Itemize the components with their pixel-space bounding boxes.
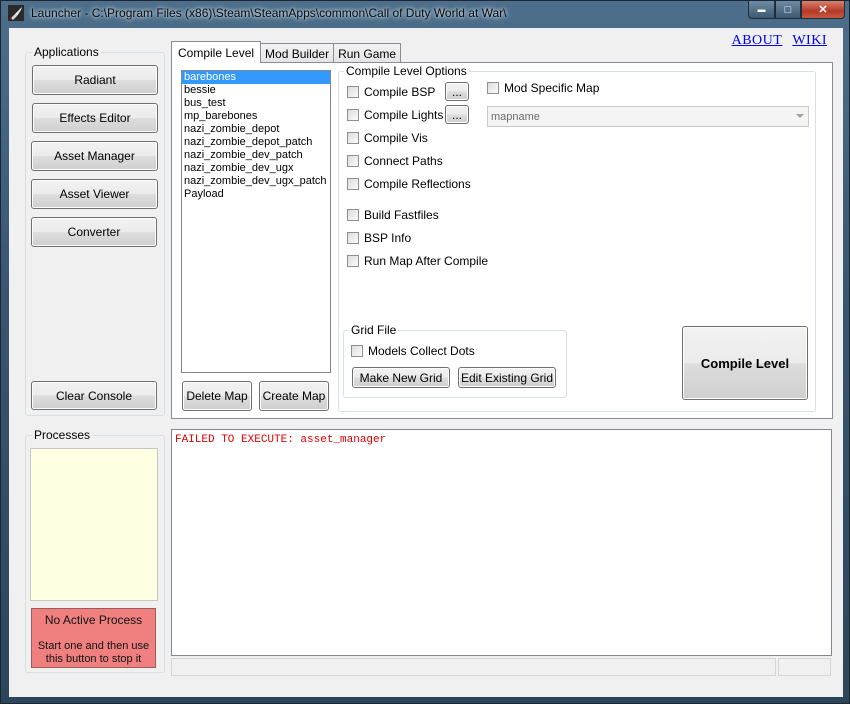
close-button[interactable]: ✕ (801, 1, 845, 19)
run-map-checkbox[interactable] (347, 255, 359, 267)
create-map-button[interactable]: Create Map (259, 381, 329, 411)
effects-editor-button[interactable]: Effects Editor (32, 103, 158, 133)
kill-process-hint: Start one and then use this button to st… (37, 640, 150, 665)
grid-file-group: Grid File Models Collect Dots Make New G… (343, 323, 567, 398)
list-item[interactable]: Payload (182, 188, 330, 201)
launcher-window: Launcher - C:\Program Files (x86)\Steam\… (0, 0, 850, 704)
console-error-line: FAILED TO EXECUTE: asset_manager (175, 434, 387, 446)
list-item[interactable]: bessie (182, 84, 330, 97)
compile-lights-checkbox[interactable] (347, 109, 359, 121)
wiki-link[interactable]: WIKI (792, 33, 827, 49)
list-item[interactable]: nazi_zombie_dev_patch (182, 149, 330, 162)
title-bar[interactable]: Launcher - C:\Program Files (x86)\Steam\… (1, 1, 850, 25)
run-map-label: Run Map After Compile (364, 254, 489, 268)
about-link[interactable]: ABOUT (732, 33, 783, 49)
processes-label: Processes (32, 428, 93, 442)
models-collect-dots-option[interactable]: Models Collect Dots (351, 344, 475, 358)
compile-lights-option[interactable]: Compile Lights (347, 108, 443, 122)
progress-bar (171, 658, 776, 676)
compile-vis-label: Compile Vis (364, 131, 428, 145)
clear-console-button[interactable]: Clear Console (31, 381, 157, 410)
list-item[interactable]: nazi_zombie_depot (182, 123, 330, 136)
edit-existing-grid-button[interactable]: Edit Existing Grid (458, 367, 556, 388)
compile-bsp-checkbox[interactable] (347, 86, 359, 98)
compile-bsp-settings-button[interactable]: ... (445, 82, 469, 101)
mapname-value: mapname (491, 110, 540, 123)
radiant-button[interactable]: Radiant (32, 65, 158, 95)
status-panel (778, 658, 831, 676)
build-fastfiles-checkbox[interactable] (347, 209, 359, 221)
compile-bsp-option[interactable]: Compile BSP (347, 85, 435, 99)
compile-reflections-option[interactable]: Compile Reflections (347, 177, 471, 191)
mapname-dropdown[interactable]: mapname (487, 106, 809, 127)
asset-viewer-button[interactable]: Asset Viewer (31, 179, 158, 209)
maximize-button[interactable]: □ (775, 1, 801, 19)
minimize-icon: ▬ (757, 5, 766, 14)
compile-reflections-label: Compile Reflections (364, 177, 471, 191)
tab-strip: Compile Level Mod Builder Run Game (171, 41, 402, 63)
bsp-info-label: BSP Info (364, 231, 412, 245)
converter-button[interactable]: Converter (31, 217, 157, 247)
list-item[interactable]: mp_barebones (182, 110, 330, 123)
models-collect-dots-label: Models Collect Dots (368, 344, 475, 358)
compile-lights-settings-button[interactable]: ... (445, 105, 469, 124)
kill-process-button[interactable]: No Active Process Start one and then use… (31, 608, 156, 668)
grid-file-label: Grid File (349, 323, 399, 337)
connect-paths-checkbox[interactable] (347, 155, 359, 167)
run-map-option[interactable]: Run Map After Compile (347, 254, 488, 268)
compile-options-label: Compile Level Options (344, 64, 469, 78)
console-output[interactable]: FAILED TO EXECUTE: asset_manager (171, 429, 832, 656)
compile-options-group: Compile Level Options Compile BSP ... Co… (338, 64, 816, 412)
bsp-info-checkbox[interactable] (347, 232, 359, 244)
mod-specific-map-option[interactable]: Mod Specific Map (487, 81, 599, 95)
compile-vis-option[interactable]: Compile Vis (347, 131, 428, 145)
compile-bsp-label: Compile BSP (364, 85, 436, 99)
tab-mod-builder[interactable]: Mod Builder (260, 43, 335, 63)
minimize-button[interactable]: ▬ (748, 1, 775, 19)
maximize-icon: □ (784, 3, 792, 16)
applications-label: Applications (32, 45, 101, 59)
list-item[interactable]: nazi_zombie_dev_ugx_patch (182, 175, 330, 188)
kill-process-title: No Active Process (44, 613, 143, 627)
compile-level-panel: barebones bessie bus_test mp_barebones n… (171, 62, 833, 419)
map-list[interactable]: barebones bessie bus_test mp_barebones n… (181, 70, 331, 373)
chevron-down-icon (796, 114, 804, 118)
list-item[interactable]: nazi_zombie_dev_ugx (182, 162, 330, 175)
tab-run-game[interactable]: Run Game (333, 43, 402, 63)
compile-vis-checkbox[interactable] (347, 132, 359, 144)
build-fastfiles-option[interactable]: Build Fastfiles (347, 208, 439, 222)
mod-specific-map-checkbox[interactable] (487, 82, 499, 94)
delete-map-button[interactable]: Delete Map (182, 381, 252, 411)
connect-paths-label: Connect Paths (364, 154, 443, 168)
list-item[interactable]: barebones (182, 71, 330, 84)
asset-manager-button[interactable]: Asset Manager (31, 141, 158, 171)
compile-lights-label: Compile Lights (364, 108, 444, 122)
top-links: ABOUT WIKI (732, 33, 827, 49)
make-new-grid-button[interactable]: Make New Grid (352, 367, 450, 388)
process-list (30, 448, 158, 601)
compile-level-button[interactable]: Compile Level (682, 326, 808, 400)
options-divider (339, 197, 815, 198)
connect-paths-option[interactable]: Connect Paths (347, 154, 443, 168)
close-icon: ✕ (818, 4, 828, 16)
compile-reflections-checkbox[interactable] (347, 178, 359, 190)
list-item[interactable]: bus_test (182, 97, 330, 110)
window-title: Launcher - C:\Program Files (x86)\Steam\… (31, 6, 507, 20)
caption-buttons: ▬ □ ✕ (748, 1, 845, 20)
client-area: Applications Radiant Effects Editor Asse… (9, 28, 843, 697)
list-item[interactable]: nazi_zombie_depot_patch (182, 136, 330, 149)
bsp-info-option[interactable]: BSP Info (347, 231, 411, 245)
rocket-icon (8, 5, 24, 21)
tab-compile-level[interactable]: Compile Level (171, 41, 262, 63)
models-collect-dots-checkbox[interactable] (351, 345, 363, 357)
build-fastfiles-label: Build Fastfiles (364, 208, 439, 222)
mod-specific-map-label: Mod Specific Map (504, 81, 600, 95)
